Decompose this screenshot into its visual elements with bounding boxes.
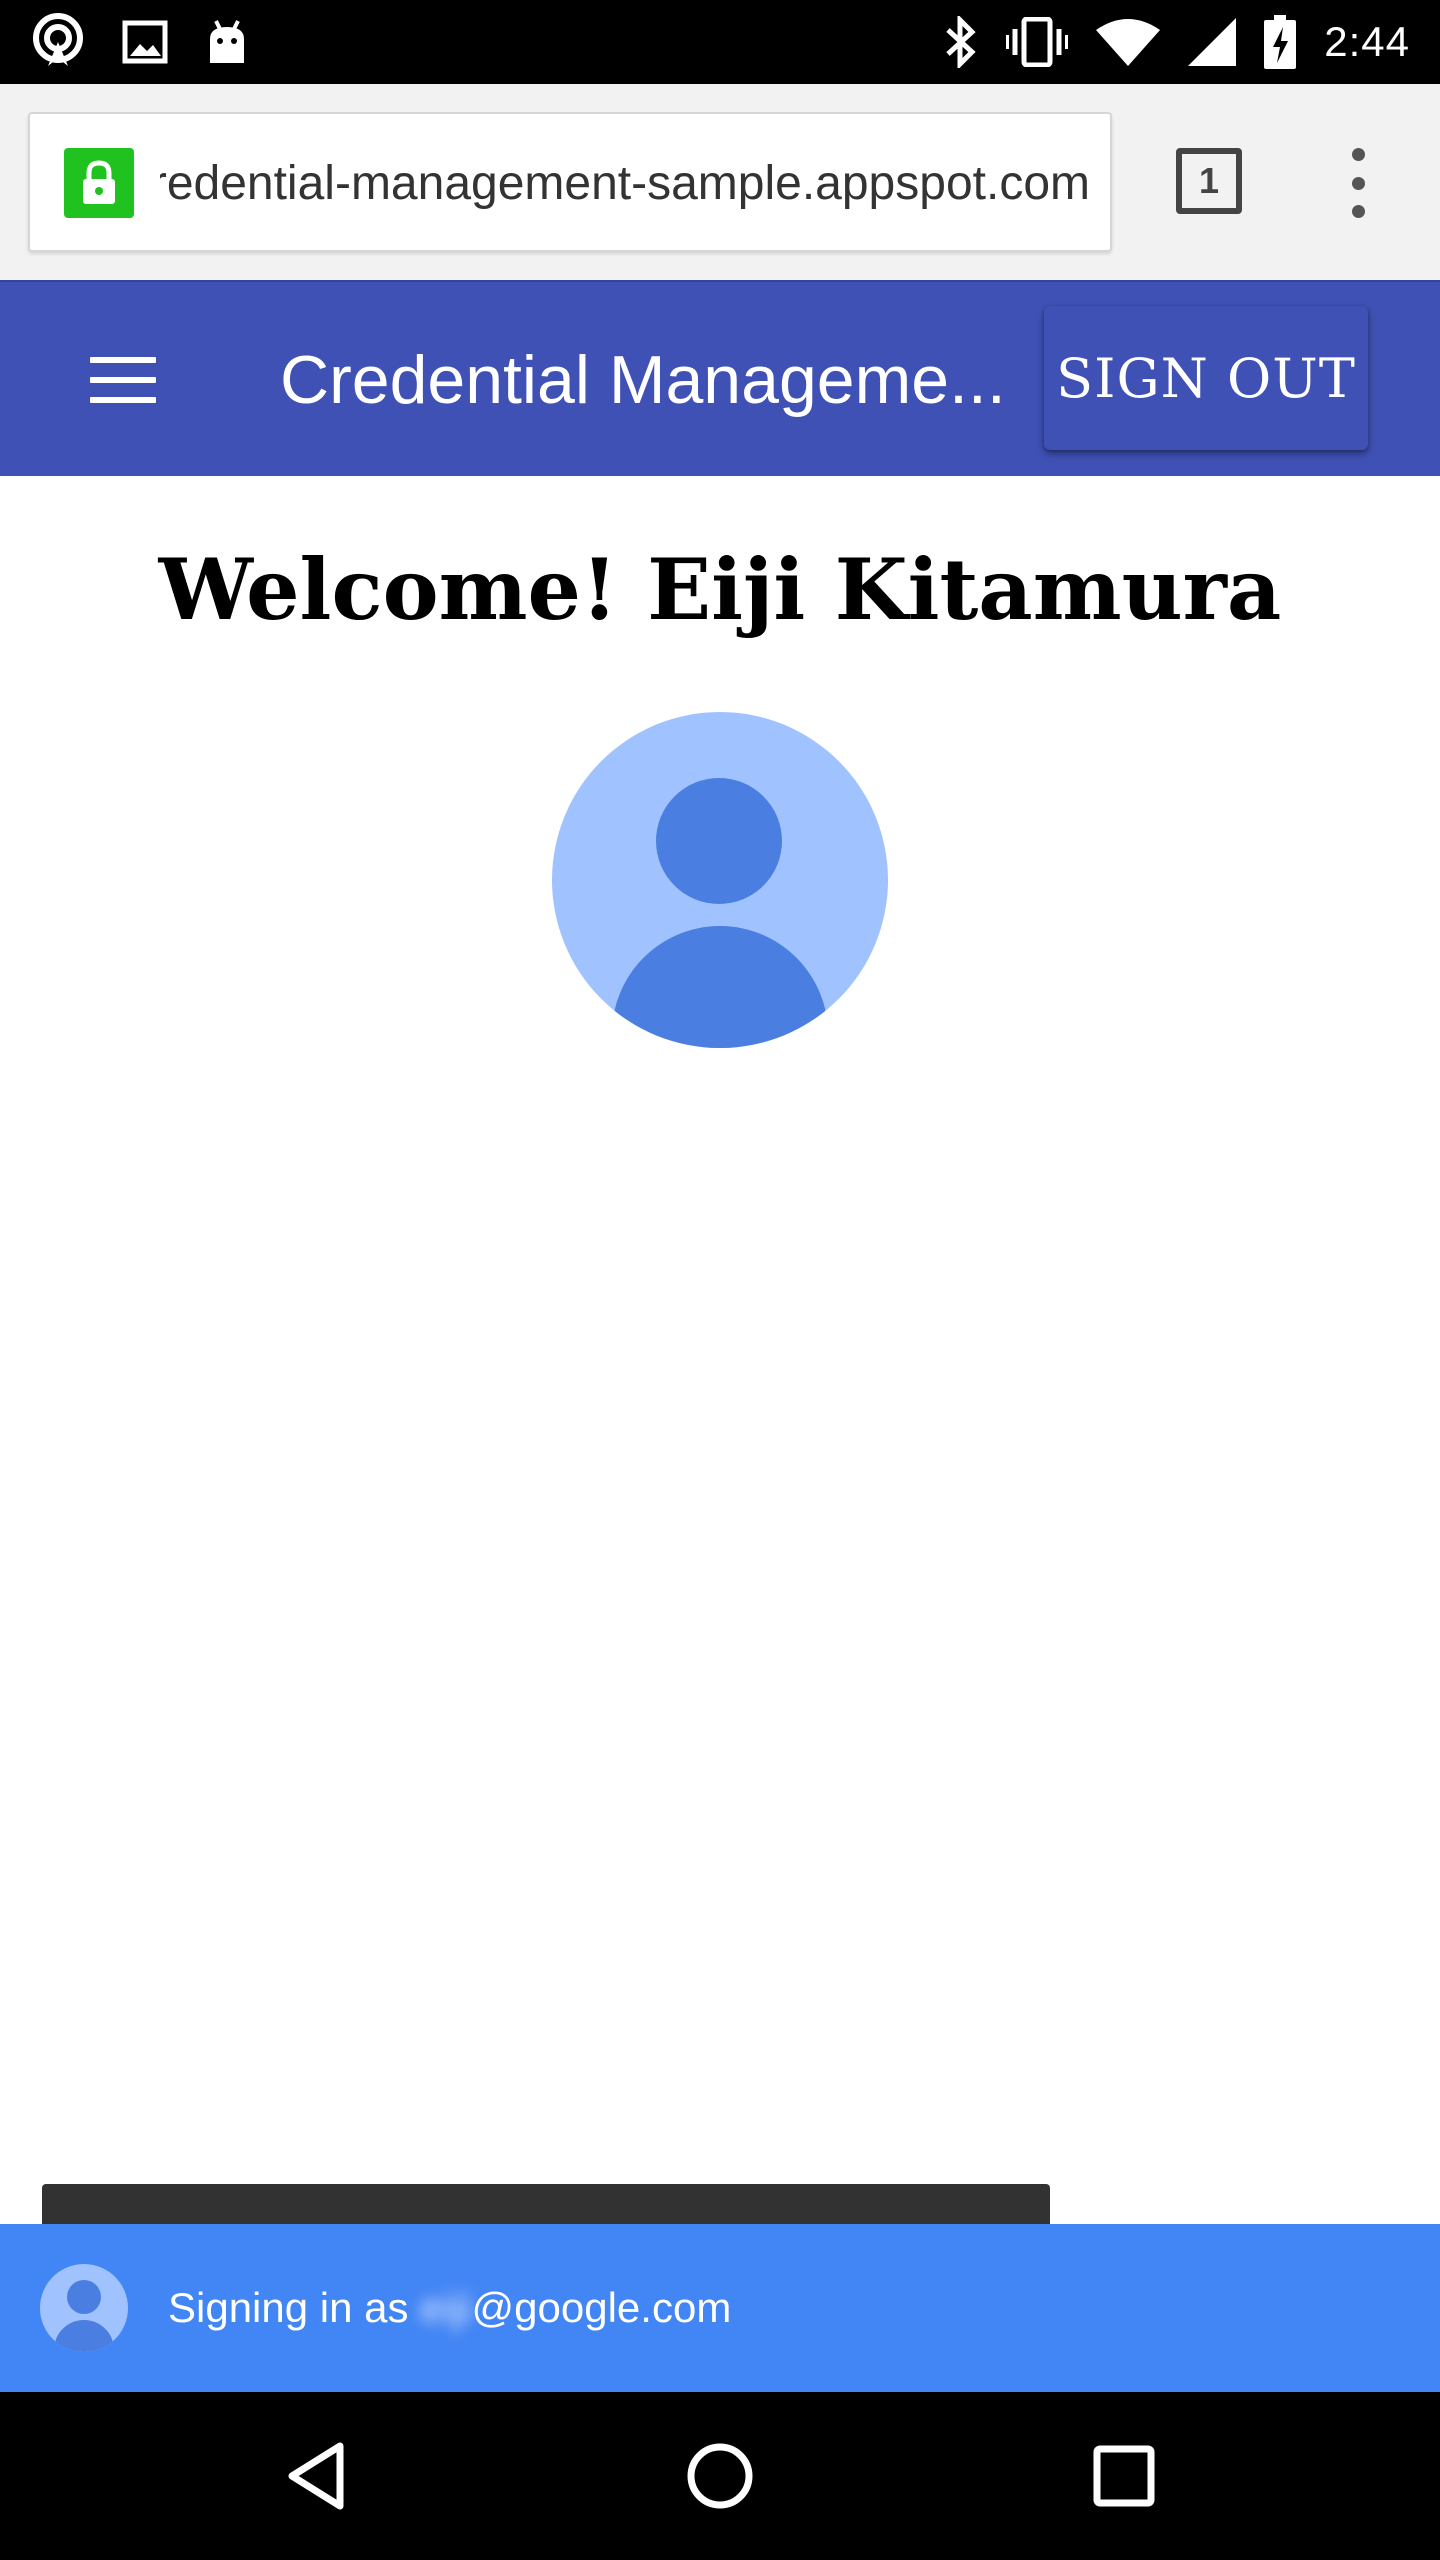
lock-icon[interactable] (64, 148, 134, 218)
clock: 2:44 (1324, 18, 1410, 65)
hamburger-menu-icon[interactable] (90, 357, 156, 403)
cell-signal-icon (1188, 18, 1237, 66)
bluetooth-icon (944, 16, 978, 68)
app-title: Credential Manageme... (280, 342, 1006, 418)
recents-icon[interactable] (1074, 2426, 1174, 2526)
profile-avatar-icon (552, 712, 888, 1048)
url-text[interactable]: credential-management-sample.appspot.com (160, 114, 1090, 250)
tab-switcher-button[interactable]: 1 (1176, 148, 1242, 214)
email-domain: @google.com (471, 2284, 732, 2331)
home-icon[interactable] (670, 2426, 770, 2526)
app-header: Credential Manageme... SIGN OUT (0, 280, 1440, 476)
wifi-icon (1096, 18, 1161, 66)
account-avatar-icon (40, 2264, 128, 2352)
welcome-heading: Welcome! Eiji Kitamura (158, 540, 1282, 639)
battery-charging-icon (1264, 15, 1297, 69)
image-icon (122, 20, 168, 64)
sign-out-button[interactable]: SIGN OUT (1044, 306, 1368, 450)
email-user-blurred: eiji (420, 2284, 472, 2331)
back-icon[interactable] (266, 2426, 366, 2526)
signing-in-prefix: Signing in as (168, 2284, 421, 2331)
url-bar[interactable]: credential-management-sample.appspot.com (28, 112, 1112, 252)
navigation-bar (0, 2392, 1440, 2560)
hotspot-icon (30, 12, 86, 72)
browser-toolbar: credential-management-sample.appspot.com… (0, 84, 1440, 280)
signing-in-text: Signing in as eiji@google.com (168, 2224, 731, 2392)
browser-menu-icon[interactable] (1338, 148, 1378, 218)
signing-in-bar: Signing in as eiji@google.com (0, 2224, 1440, 2392)
status-bar: 2:44 (0, 0, 1440, 84)
vibrate-icon (1006, 17, 1069, 67)
android-icon (204, 19, 250, 65)
